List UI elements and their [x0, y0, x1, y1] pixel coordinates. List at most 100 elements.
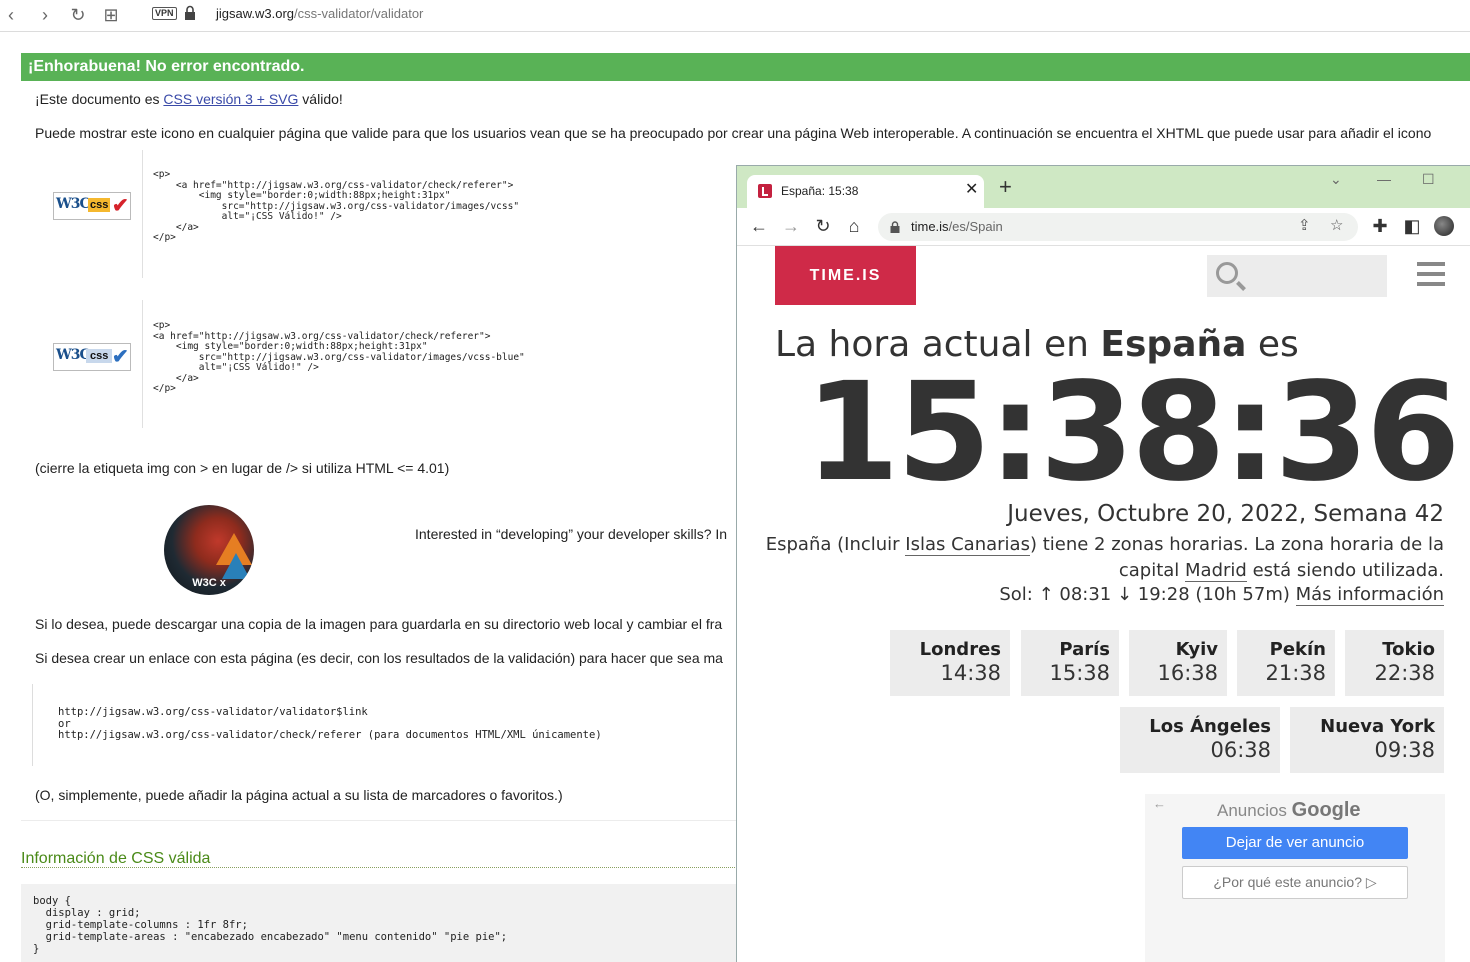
front-end-developer-logo[interactable]: W3C x	[164, 505, 254, 595]
tz-post: está siendo utilizada.	[1246, 560, 1444, 581]
tab-title: España: 15:38	[781, 184, 859, 198]
city-name: Tokio	[1382, 639, 1435, 660]
more-info-link[interactable]: Más información	[1295, 584, 1444, 606]
city-name: París	[1059, 639, 1110, 660]
valid-suffix: válido!	[298, 91, 343, 107]
chevron-down-icon[interactable]: ⌄	[1330, 171, 1342, 188]
city-box-tokyo[interactable]: Tokio 22:38	[1345, 630, 1444, 696]
close-img-note: (cierre la etiqueta img con > en lugar d…	[35, 460, 450, 476]
css-version-link[interactable]: CSS versión 3 + SVG	[163, 91, 298, 107]
side-panel-icon[interactable]: ◧	[1401, 216, 1423, 236]
city-time: 15:38	[1049, 661, 1110, 685]
bookmark-star-icon[interactable]: ☆	[1330, 216, 1343, 234]
reload-icon[interactable]: ↻	[67, 4, 89, 26]
extensions-puzzle-icon[interactable]: ✚	[1369, 216, 1391, 236]
check-icon: ✔	[112, 346, 129, 368]
city-box-kyiv[interactable]: Kyiv 16:38	[1129, 630, 1227, 696]
city-box-los-angeles[interactable]: Los Ángeles 06:38	[1120, 707, 1280, 773]
overlay-address-bar[interactable]: time.is/es/Spain ⇪ ☆	[878, 213, 1358, 241]
time-is-window: España: 15:38 ✕ + ⌄ — ☐ ← → ↻ ⌂ time.is/…	[736, 165, 1470, 962]
valid-statement: ¡Este documento es CSS versión 3 + SVG v…	[35, 91, 343, 107]
time-is-logo[interactable]: TIME.IS	[775, 246, 916, 305]
badge-code-snippet: <p> <a href="http://jigsaw.w3.org/css-va…	[153, 169, 520, 243]
google-brand: Google	[1291, 799, 1361, 821]
new-tab-button[interactable]: +	[999, 174, 1012, 200]
city-box-paris[interactable]: París 15:38	[1021, 630, 1119, 696]
time-is-favicon	[758, 184, 772, 198]
forward-arrow-icon[interactable]: →	[780, 216, 802, 236]
city-time: 09:38	[1374, 738, 1435, 762]
valid-prefix: ¡Este documento es	[35, 91, 164, 107]
bookmark-text: (O, simplemente, puede añadir la página …	[35, 787, 563, 803]
download-text: Si lo desea, puede descargar una copia d…	[35, 616, 723, 632]
timezone-info: España (Incluir Islas Canarias) tiene 2 …	[764, 532, 1444, 584]
divider	[21, 820, 737, 821]
promo-text: Interested in “developing” your develope…	[415, 526, 728, 542]
logo-shape	[222, 553, 250, 579]
back-arrow-icon[interactable]: ←	[1153, 796, 1166, 811]
madrid-link[interactable]: Madrid	[1185, 560, 1247, 582]
city-name: Londres	[919, 639, 1001, 660]
url-host: time.is	[911, 219, 949, 234]
google-ads-panel: ← Anuncios Google Dejar de ver anuncio ¿…	[1145, 794, 1445, 962]
badge-code-snippet: <p> <a href="http://jigsaw.w3.org/css-va…	[153, 320, 525, 394]
validator-links-block: http://jigsaw.w3.org/css-validator/valid…	[32, 684, 742, 766]
forward-icon[interactable]: ›	[34, 4, 56, 26]
city-name: Kyiv	[1175, 639, 1218, 660]
snippet-divider	[142, 300, 143, 428]
city-time: 06:38	[1210, 738, 1271, 762]
link-text: Si desea crear un enlace con esta página…	[35, 650, 723, 666]
city-box-london[interactable]: Londres 14:38	[890, 630, 1010, 696]
islas-canarias-link[interactable]: Islas Canarias	[905, 534, 1030, 556]
close-tab-icon[interactable]: ✕	[965, 179, 978, 199]
url-path: /css-validator/validator	[294, 6, 424, 21]
stop-seeing-ad-button[interactable]: Dejar de ver anuncio	[1182, 827, 1408, 859]
css-code-block: body { display : grid; grid-template-col…	[21, 884, 737, 962]
tab-strip: España: 15:38 ✕ + ⌄ — ☐	[737, 166, 1470, 208]
back-arrow-icon[interactable]: ←	[748, 216, 770, 236]
snippet-divider	[142, 150, 143, 278]
overlay-url: time.is/es/Spain	[911, 219, 1003, 234]
why-this-ad-button[interactable]: ¿Por qué este anuncio? ▷	[1182, 866, 1408, 899]
success-banner: ¡Enhorabuena! No error encontrado.	[21, 53, 1470, 81]
overlay-toolbar: ← → ↻ ⌂ time.is/es/Spain ⇪ ☆ ✚ ◧	[737, 208, 1470, 246]
url-path: /es/Spain	[948, 219, 1003, 234]
w3c-css-badge[interactable]: W3C css ✔	[53, 192, 131, 220]
url-host: jigsaw.w3.org	[216, 6, 295, 21]
sun-info: Sol: ↑ 08:31 ↓ 19:28 (10h 57m) Más infor…	[999, 584, 1444, 606]
w3c-text: W3C	[56, 196, 91, 212]
profile-avatar[interactable]	[1434, 216, 1454, 236]
w3c-css-blue-badge[interactable]: W3C css ✔	[53, 343, 131, 371]
vpn-badge[interactable]: VPN	[152, 7, 177, 20]
ads-header: Anuncios Google	[1217, 799, 1361, 822]
city-time: 21:38	[1265, 661, 1326, 685]
menu-icon[interactable]	[1417, 262, 1445, 288]
city-name: Los Ángeles	[1149, 716, 1271, 737]
city-box-beijing[interactable]: Pekín 21:38	[1237, 630, 1335, 696]
share-icon[interactable]: ⇪	[1298, 216, 1311, 234]
city-box-new-york[interactable]: Nueva York 09:38	[1290, 707, 1444, 773]
home-icon[interactable]: ⌂	[843, 216, 865, 236]
tabs-grid-icon[interactable]: ⊞	[100, 4, 122, 26]
back-icon[interactable]: ‹	[0, 4, 22, 26]
tz-pre: España (Incluir	[765, 534, 906, 555]
sun-times: Sol: ↑ 08:31 ↓ 19:28 (10h 57m)	[999, 584, 1296, 605]
lock-icon	[890, 221, 900, 233]
lock-icon	[185, 5, 195, 20]
search-icon	[1216, 262, 1238, 284]
logo-label: W3C x	[192, 577, 226, 589]
reload-icon[interactable]: ↻	[812, 216, 834, 236]
minimize-icon[interactable]: —	[1377, 171, 1391, 187]
city-name: Nueva York	[1320, 716, 1435, 737]
search-input[interactable]	[1207, 255, 1387, 297]
current-time-clock: 15:38:36	[805, 354, 1461, 512]
css-text: css	[86, 349, 113, 363]
css-info-heading: Información de CSS válida	[21, 850, 737, 868]
tab-spain-time[interactable]: España: 15:38 ✕	[747, 175, 984, 208]
address-bar[interactable]: jigsaw.w3.org/css-validator/validator	[216, 6, 423, 21]
css-text: css	[88, 198, 111, 212]
icon-intro-text: Puede mostrar este icono en cualquier pá…	[35, 125, 1432, 141]
current-date: Jueves, Octubre 20, 2022, Semana 42	[1007, 501, 1444, 527]
city-time: 14:38	[940, 661, 1001, 685]
maximize-icon[interactable]: ☐	[1422, 171, 1435, 188]
